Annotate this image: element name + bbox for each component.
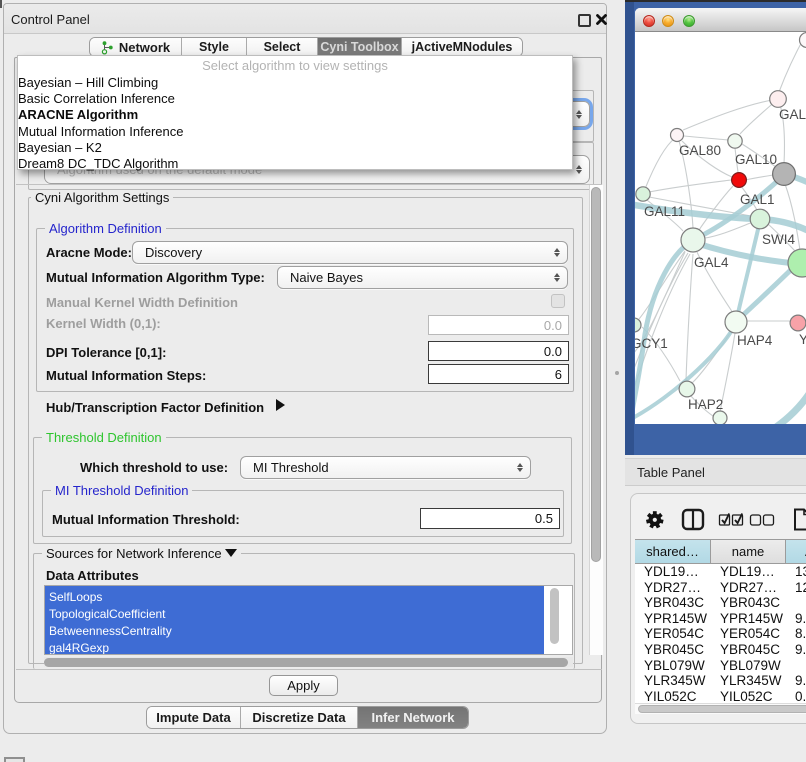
svg-text:HAP4: HAP4 xyxy=(737,333,773,348)
svg-text:GAL1: GAL1 xyxy=(740,192,775,207)
svg-text:GAL80: GAL80 xyxy=(679,143,721,158)
svg-text:SWI4: SWI4 xyxy=(762,232,795,247)
svg-text:GAL4: GAL4 xyxy=(694,255,729,270)
svg-text:HAP2: HAP2 xyxy=(688,397,723,412)
svg-text:GAL10: GAL10 xyxy=(735,152,777,167)
svg-text:GAL11: GAL11 xyxy=(644,204,685,219)
svg-text:GCY1: GCY1 xyxy=(635,336,668,351)
svg-text:YD: YD xyxy=(799,332,806,347)
svg-text:GAL2: GAL2 xyxy=(779,107,806,122)
